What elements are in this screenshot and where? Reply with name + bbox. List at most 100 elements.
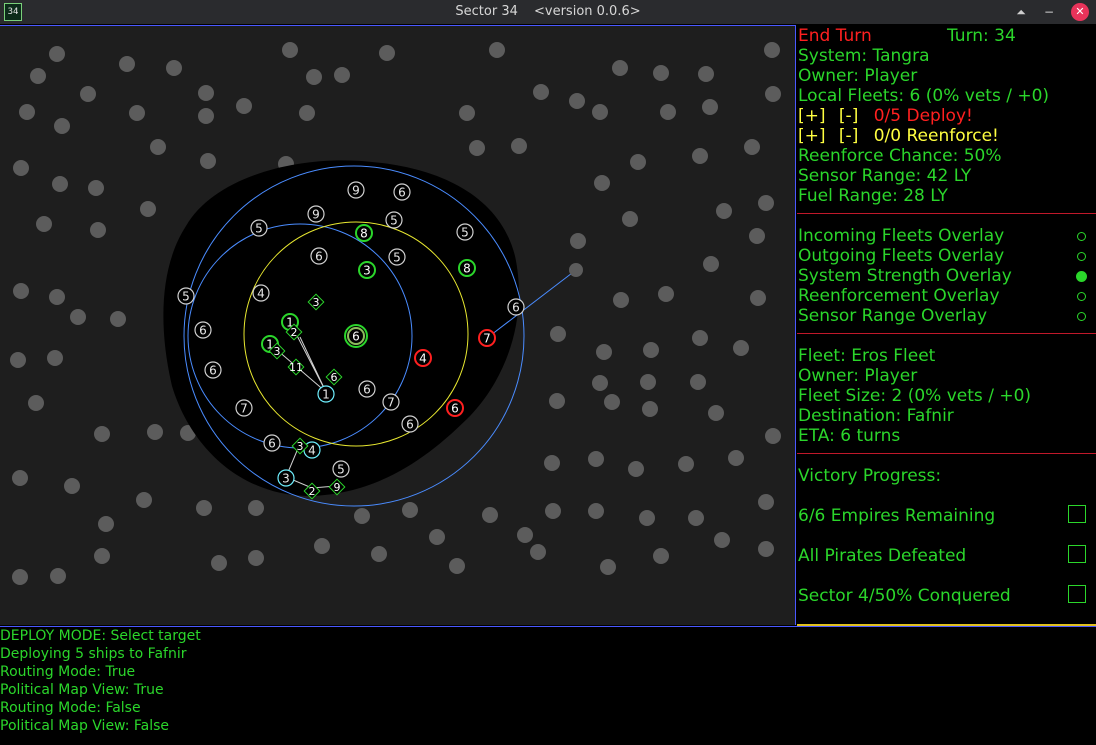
unexplored-star[interactable] xyxy=(511,138,527,154)
unexplored-star[interactable] xyxy=(36,216,52,232)
unexplored-star[interactable] xyxy=(13,283,29,299)
unexplored-star[interactable] xyxy=(758,494,774,510)
unexplored-star[interactable] xyxy=(80,86,96,102)
unexplored-star[interactable] xyxy=(765,428,781,444)
unexplored-star[interactable] xyxy=(544,455,560,471)
unexplored-star[interactable] xyxy=(744,139,760,155)
unexplored-star[interactable] xyxy=(550,326,566,342)
overlay-reenforcement[interactable]: Reenforcement Overlay xyxy=(798,286,1000,306)
unexplored-star[interactable] xyxy=(30,68,46,84)
unexplored-star[interactable] xyxy=(110,311,126,327)
unexplored-star[interactable] xyxy=(765,86,781,102)
unexplored-star[interactable] xyxy=(570,233,586,249)
unexplored-star[interactable] xyxy=(166,60,182,76)
close-icon[interactable]: ✕ xyxy=(1071,3,1089,21)
minimize-icon[interactable]: − xyxy=(1040,3,1058,21)
unexplored-star[interactable] xyxy=(469,140,485,156)
unexplored-star[interactable] xyxy=(764,42,780,58)
unexplored-star[interactable] xyxy=(698,66,714,82)
unexplored-star[interactable] xyxy=(613,292,629,308)
unexplored-star[interactable] xyxy=(19,104,35,120)
unexplored-star[interactable] xyxy=(236,98,252,114)
unexplored-star[interactable] xyxy=(588,503,604,519)
unexplored-star[interactable] xyxy=(728,450,744,466)
unexplored-star[interactable] xyxy=(758,195,774,211)
overlay-reenforcement-toggle[interactable] xyxy=(1077,292,1086,301)
unexplored-star[interactable] xyxy=(703,256,719,272)
unexplored-star[interactable] xyxy=(549,393,565,409)
overlay-sensor[interactable]: Sensor Range Overlay xyxy=(798,306,987,326)
galaxy-map-canvas[interactable]: 9 69 55 8 563585 46671614667 7 666514332311632 9 xyxy=(0,26,796,626)
unexplored-star[interactable] xyxy=(49,289,65,305)
unexplored-star[interactable] xyxy=(612,60,628,76)
unexplored-star[interactable] xyxy=(54,118,70,134)
unexplored-star[interactable] xyxy=(49,46,65,62)
unexplored-star[interactable] xyxy=(12,470,28,486)
unexplored-star[interactable] xyxy=(47,350,63,366)
unexplored-star[interactable] xyxy=(13,160,29,176)
unexplored-star[interactable] xyxy=(758,541,774,557)
unexplored-star[interactable] xyxy=(402,502,418,518)
unexplored-star[interactable] xyxy=(90,222,106,238)
overlay-outgoing-toggle[interactable] xyxy=(1077,252,1086,261)
unexplored-star[interactable] xyxy=(371,546,387,562)
overlay-outgoing[interactable]: Outgoing Fleets Overlay xyxy=(798,246,1004,266)
unexplored-star[interactable] xyxy=(211,555,227,571)
unexplored-star[interactable] xyxy=(653,548,669,564)
unexplored-star[interactable] xyxy=(702,99,718,115)
galaxy-map[interactable]: 9 6 9 5 5 8 5 6 3 5 8 5 4 6 6 7 1 6 1 4 6 6 7 7 6 6 6 5 1 4 3 3 2 3 11 6 3 2 9 xyxy=(0,25,796,625)
unexplored-star[interactable] xyxy=(98,516,114,532)
unexplored-star[interactable] xyxy=(708,405,724,421)
unexplored-star[interactable] xyxy=(630,154,646,170)
unexplored-star[interactable] xyxy=(643,342,659,358)
unexplored-star[interactable] xyxy=(692,330,708,346)
unexplored-star[interactable] xyxy=(198,85,214,101)
unexplored-star[interactable] xyxy=(12,569,28,585)
unexplored-star[interactable] xyxy=(653,65,669,81)
unexplored-star[interactable] xyxy=(640,374,656,390)
reenforce-minus-button[interactable]: [-] xyxy=(839,126,858,146)
unexplored-star[interactable] xyxy=(282,42,298,58)
unexplored-star[interactable] xyxy=(592,104,608,120)
unexplored-star[interactable] xyxy=(482,507,498,523)
deploy-plus-button[interactable]: [+] xyxy=(798,106,826,126)
unexplored-star[interactable] xyxy=(628,461,644,477)
unexplored-star[interactable] xyxy=(50,568,66,584)
unexplored-star[interactable] xyxy=(596,344,612,360)
unexplored-star[interactable] xyxy=(28,395,44,411)
unexplored-star[interactable] xyxy=(533,84,549,100)
unexplored-star[interactable] xyxy=(52,176,68,192)
unexplored-star[interactable] xyxy=(530,544,546,560)
unexplored-star[interactable] xyxy=(592,375,608,391)
unexplored-star[interactable] xyxy=(642,401,658,417)
reenforce-plus-button[interactable]: [+] xyxy=(798,126,826,146)
overlay-incoming[interactable]: Incoming Fleets Overlay xyxy=(798,226,1004,246)
unexplored-star[interactable] xyxy=(639,510,655,526)
unexplored-star[interactable] xyxy=(459,105,475,121)
unexplored-star[interactable] xyxy=(449,558,465,574)
route-target-star[interactable] xyxy=(569,263,583,277)
unexplored-star[interactable] xyxy=(688,510,704,526)
unexplored-star[interactable] xyxy=(94,548,110,564)
unexplored-star[interactable] xyxy=(750,290,766,306)
unexplored-star[interactable] xyxy=(489,42,505,58)
unexplored-star[interactable] xyxy=(354,508,370,524)
unexplored-star[interactable] xyxy=(569,93,585,109)
unexplored-star[interactable] xyxy=(198,108,214,124)
unexplored-star[interactable] xyxy=(379,45,395,61)
overlay-sensor-toggle[interactable] xyxy=(1077,312,1086,321)
unexplored-star[interactable] xyxy=(690,374,706,390)
overlay-strength-toggle[interactable] xyxy=(1076,271,1087,282)
unexplored-star[interactable] xyxy=(716,203,732,219)
unexplored-star[interactable] xyxy=(749,228,765,244)
unexplored-star[interactable] xyxy=(140,201,156,217)
unexplored-star[interactable] xyxy=(88,180,104,196)
unexplored-star[interactable] xyxy=(248,500,264,516)
unexplored-star[interactable] xyxy=(306,69,322,85)
unexplored-star[interactable] xyxy=(334,67,350,83)
unexplored-star[interactable] xyxy=(660,104,676,120)
unexplored-star[interactable] xyxy=(196,500,212,516)
overlay-incoming-toggle[interactable] xyxy=(1077,232,1086,241)
unexplored-star[interactable] xyxy=(658,286,674,302)
unexplored-star[interactable] xyxy=(517,527,533,543)
